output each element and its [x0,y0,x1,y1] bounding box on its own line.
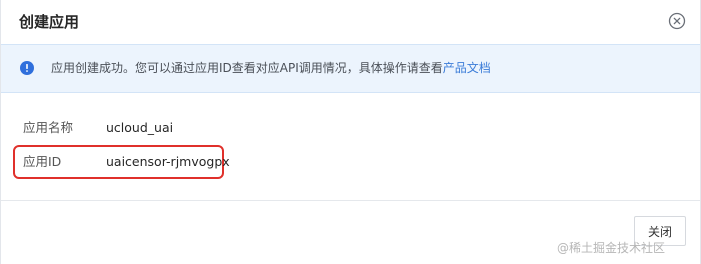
notice-text: 应用创建成功。您可以通过应用ID查看对应API调用情况，具体操作请查看产品文档 [51,60,491,76]
footer-divider [1,200,700,201]
app-id-value: uaicensor-rjmvogpx [106,154,230,169]
dialog-header: 创建应用 [1,0,700,45]
create-app-dialog: 创建应用 应用创建成功。您可以通过应用ID查看对应API调用情况，具体操作请查看… [0,0,701,264]
app-name-label: 应用名称 [23,120,74,135]
product-docs-link[interactable]: 产品文档 [443,61,491,75]
close-circle-icon[interactable] [668,12,686,30]
app-name-value: ucloud_uai [106,120,174,135]
info-icon [20,61,34,75]
dialog-title: 创建应用 [19,13,80,31]
notice-message: 应用创建成功。您可以通过应用ID查看对应API调用情况，具体操作请查看 [51,61,443,75]
watermark: @稀土掘金技术社区 [557,241,666,255]
success-notice: 应用创建成功。您可以通过应用ID查看对应API调用情况，具体操作请查看产品文档 [1,44,700,93]
app-id-label: 应用ID [23,154,62,169]
